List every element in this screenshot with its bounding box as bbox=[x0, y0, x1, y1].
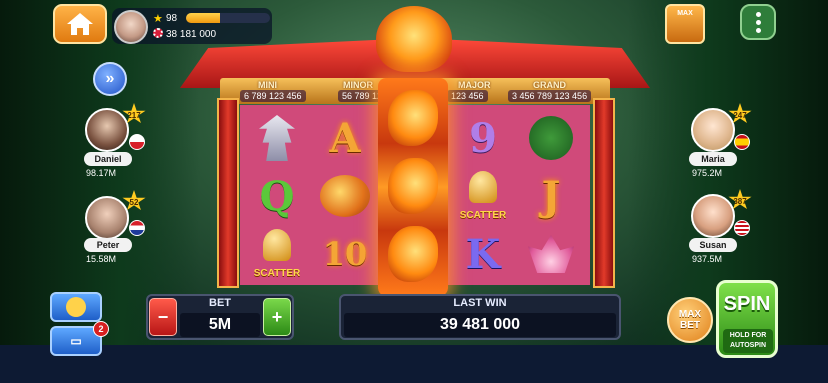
menu-dot-icon bbox=[755, 27, 761, 33]
koi-symbol bbox=[315, 167, 375, 225]
jackpot-label-minor: MINOR bbox=[343, 80, 373, 90]
home-button[interactable] bbox=[53, 4, 107, 44]
bet-value: 5M bbox=[180, 313, 260, 337]
temple-pillar-right bbox=[593, 98, 615, 288]
opponent-avatar-maria[interactable] bbox=[691, 108, 735, 152]
usa-flag-icon bbox=[734, 220, 750, 236]
xp-progress-bar bbox=[186, 13, 270, 23]
jackpot-value-grand: 3 456 789 123 456 bbox=[508, 90, 592, 102]
jackpot-value-major: 123 456 bbox=[447, 90, 488, 102]
increase-bet-button[interactable]: + bbox=[263, 298, 291, 336]
reel-symbol: K bbox=[465, 230, 501, 278]
reel-2: A 10 bbox=[312, 105, 378, 285]
phoenix-emblem-icon bbox=[376, 6, 452, 72]
opponent-balance-peter: 15.58M bbox=[86, 254, 117, 264]
decrease-bet-button[interactable]: − bbox=[149, 298, 177, 336]
spin-button[interactable]: SPIN HOLD FOR AUTOSPIN bbox=[716, 280, 778, 358]
scatter-label: SCATTER bbox=[253, 268, 301, 279]
reel-4: 9 SCATTER K bbox=[450, 105, 516, 285]
reel-symbol: Q bbox=[259, 172, 295, 220]
menu-dot-icon bbox=[755, 19, 761, 25]
opponent-balance-maria: 975.2M bbox=[692, 168, 723, 178]
emoji-button[interactable] bbox=[50, 292, 102, 322]
opponent-avatar-daniel[interactable] bbox=[85, 108, 129, 152]
netherlands-flag-icon bbox=[129, 220, 145, 236]
chip-icon bbox=[153, 28, 163, 38]
reel-symbol: A bbox=[329, 114, 361, 162]
opponent-avatar-peter[interactable] bbox=[85, 196, 129, 240]
bell-icon bbox=[263, 229, 291, 261]
autospin-hint: HOLD FOR AUTOSPIN bbox=[723, 329, 773, 353]
phoenix-wild-reel bbox=[378, 78, 448, 296]
pagoda-symbol bbox=[247, 109, 307, 167]
poland-flag-icon bbox=[129, 134, 145, 150]
jackpot-label-major: MAJOR bbox=[458, 80, 491, 90]
spin-label: SPIN bbox=[723, 293, 771, 315]
opponent-name-susan: Susan bbox=[689, 238, 737, 252]
koi-fish-icon bbox=[320, 175, 370, 217]
menu-dot-icon bbox=[755, 11, 761, 17]
bottom-bar bbox=[0, 345, 828, 383]
lotus-symbol bbox=[521, 225, 581, 283]
chat-notification-badge: 2 bbox=[93, 321, 109, 337]
last-win-label: LAST WIN bbox=[453, 297, 507, 309]
max-bet-line1: MAX bbox=[678, 309, 702, 320]
opponent-balance-susan: 937.5M bbox=[692, 254, 723, 264]
opponent-name-daniel: Daniel bbox=[84, 152, 132, 166]
double-chevron-right-icon: » bbox=[105, 70, 115, 87]
scatter-symbol: SCATTER bbox=[453, 167, 513, 225]
pagoda-icon bbox=[259, 115, 295, 161]
lotus-icon bbox=[528, 235, 574, 273]
scatter-symbol: SCATTER bbox=[247, 225, 307, 283]
jackpot-value-mini: 6 789 123 456 bbox=[240, 90, 306, 102]
bell-icon bbox=[469, 171, 497, 203]
bet-label: BET bbox=[209, 297, 231, 309]
fast-forward-button[interactable]: » bbox=[93, 62, 127, 96]
temple-pillar-left bbox=[217, 98, 239, 288]
slot-game-screen: ★ 98 38 181 000 » MAX MINI 6 789 123 456… bbox=[0, 0, 828, 383]
last-win-value: 39 481 000 bbox=[344, 313, 616, 337]
scatter-label: SCATTER bbox=[459, 210, 507, 221]
xp-progress-fill bbox=[186, 13, 220, 23]
level-star-icon: ★ bbox=[153, 13, 163, 25]
opponent-balance-daniel: 98.17M bbox=[86, 168, 117, 178]
jackpot-label-grand: GRAND bbox=[533, 80, 566, 90]
opponent-name-maria: Maria bbox=[689, 152, 737, 166]
bonsai-icon bbox=[529, 116, 573, 160]
smiley-icon bbox=[66, 297, 86, 317]
max-bet-line2: BET bbox=[680, 320, 700, 331]
player-balance: 38 181 000 bbox=[166, 29, 217, 40]
max-bet-booster-label: MAX bbox=[677, 10, 693, 17]
menu-button[interactable] bbox=[740, 4, 776, 40]
opponent-avatar-susan[interactable] bbox=[691, 194, 735, 238]
reel-symbol: J bbox=[541, 172, 561, 220]
reel-symbol: 9 bbox=[469, 114, 497, 162]
opponent-name-peter: Peter bbox=[84, 238, 132, 252]
reel-1: Q SCATTER bbox=[244, 105, 310, 285]
phoenix-icon bbox=[388, 90, 438, 146]
chat-bubble-icon: ▭ bbox=[70, 334, 82, 348]
player-level: 98 bbox=[166, 13, 178, 24]
reel-symbol: 10 bbox=[322, 235, 368, 273]
bonsai-symbol bbox=[521, 109, 581, 167]
phoenix-icon bbox=[388, 226, 438, 282]
reel-5: J bbox=[518, 105, 584, 285]
max-bet-button[interactable]: MAX BET bbox=[667, 297, 713, 343]
phoenix-icon bbox=[388, 158, 438, 214]
max-bet-booster-icon[interactable]: MAX bbox=[665, 4, 705, 44]
home-icon bbox=[67, 13, 93, 35]
player-avatar[interactable] bbox=[114, 10, 148, 44]
spain-flag-icon bbox=[734, 134, 750, 150]
jackpot-label-mini: MINI bbox=[258, 80, 277, 90]
